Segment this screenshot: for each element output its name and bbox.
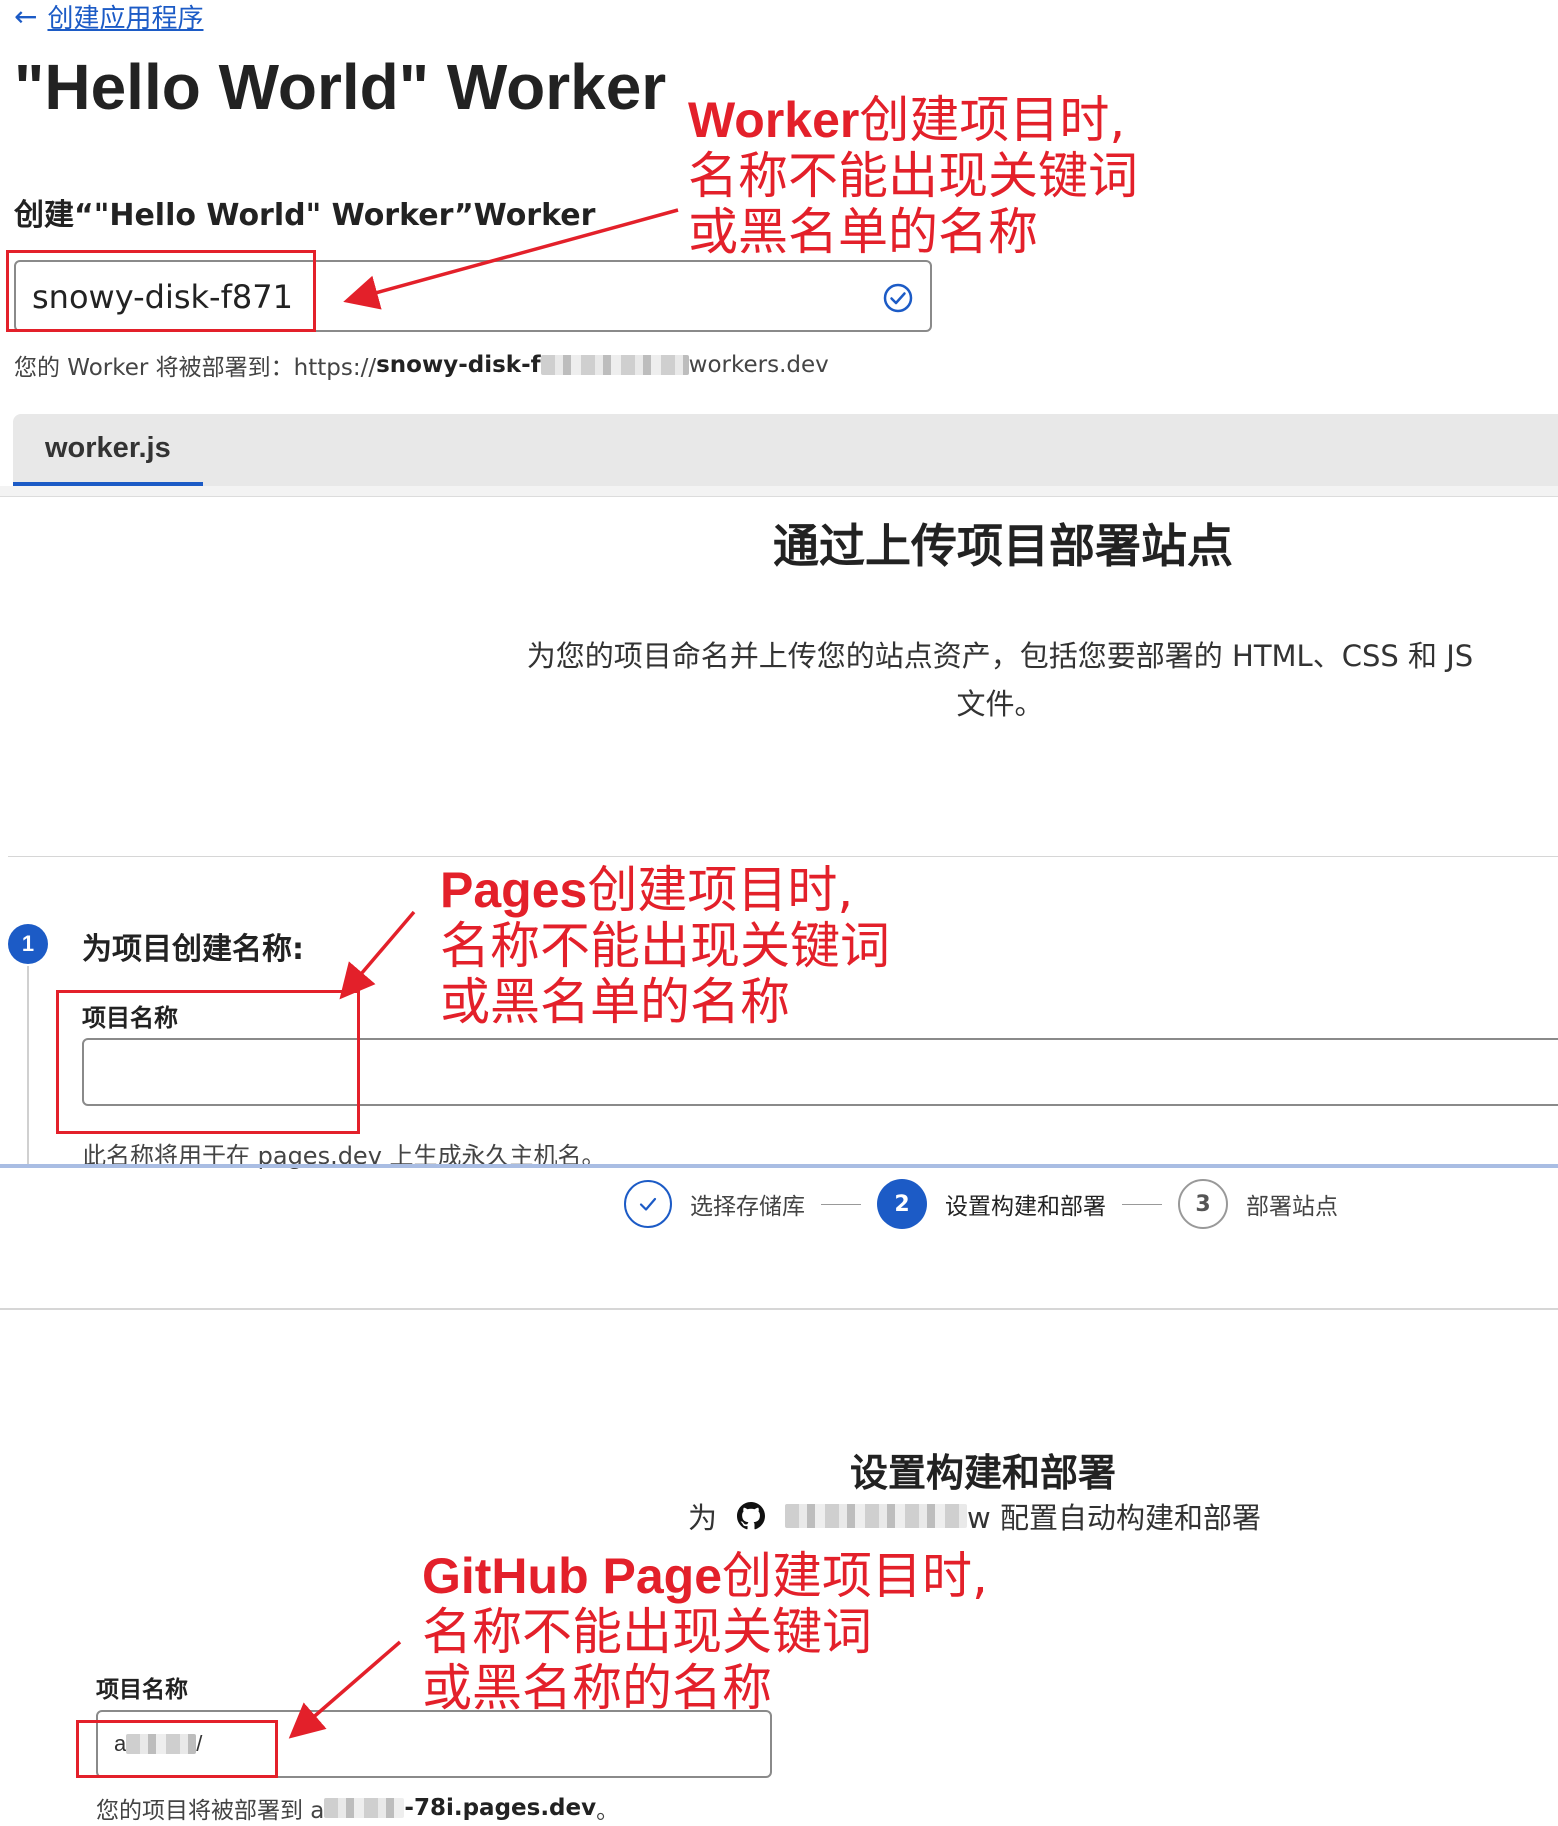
worker-arrow [343,208,679,310]
github-arrow [288,1640,402,1739]
pages-arrow [339,910,416,1000]
annotation-arrows [288,208,679,1739]
